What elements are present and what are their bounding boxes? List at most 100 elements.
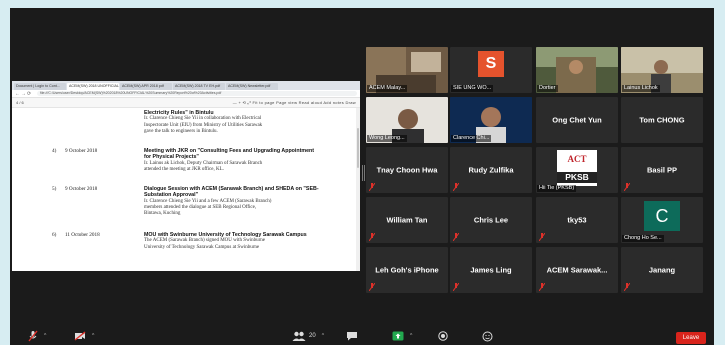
entry-number bbox=[52, 110, 65, 135]
reactions-icon[interactable] bbox=[482, 331, 493, 342]
split-view-handle[interactable] bbox=[362, 165, 365, 181]
pdf-tools[interactable]: — + ⟲ ⤢ Fit to page Page view Read aloud… bbox=[56, 100, 356, 105]
leave-button[interactable]: Leave bbox=[676, 332, 706, 344]
pdf-scrollbar[interactable] bbox=[356, 108, 360, 271]
chevron-up-icon[interactable]: ^ bbox=[410, 333, 412, 339]
participant-tile[interactable]: Tnay Choon Hwa bbox=[366, 147, 448, 193]
entry-date: 11 October 2018 bbox=[65, 232, 100, 238]
nav-arrows-icon[interactable]: ←→⟳ bbox=[15, 91, 37, 97]
activity-entry: 5) 9 October 2018 Dialogue Session with … bbox=[52, 186, 322, 217]
participant-tile[interactable]: Basil PP bbox=[621, 147, 703, 193]
pdf-toolbar: 4 / 6 — + ⟲ ⤢ Fit to page Page view Read… bbox=[12, 98, 360, 108]
participant-tile[interactable]: William Tan bbox=[366, 197, 448, 243]
browser-tab-active[interactable]: ACEM(SW) 2018 UNOFFICIAL... bbox=[67, 83, 119, 90]
muted-mic-icon bbox=[453, 233, 459, 241]
participant-tile[interactable]: tky53 bbox=[536, 197, 618, 243]
browser-tab[interactable]: ACEM(SW) Newsletter.pdf bbox=[226, 83, 278, 90]
record-icon[interactable] bbox=[438, 331, 448, 341]
entry-date bbox=[65, 110, 144, 135]
reactions-control[interactable] bbox=[482, 327, 493, 345]
participants-count: 20 bbox=[309, 333, 316, 339]
chat-control[interactable] bbox=[346, 327, 358, 345]
participant-tile[interactable]: Leh Goh's iPhone bbox=[366, 247, 448, 293]
chevron-up-icon[interactable]: ^ bbox=[92, 333, 94, 339]
share-screen-control[interactable]: ^ bbox=[392, 327, 412, 345]
participant-tile[interactable]: Ong Chet Yun bbox=[536, 97, 618, 143]
participant-name: ACEM Malay... bbox=[367, 85, 408, 92]
video-tile[interactable]: Clarence Chi... bbox=[450, 97, 532, 143]
page-indicator[interactable]: 4 / 6 bbox=[16, 100, 56, 105]
browser-tab-bar: Document | Login to Cont... ACEM(SW) 201… bbox=[12, 81, 360, 90]
pksb-logo: ACT PKSB bbox=[557, 150, 597, 186]
avatar: C bbox=[644, 201, 680, 231]
video-tile-active-speaker[interactable]: Lainus Lichok bbox=[621, 47, 703, 93]
muted-mic-icon bbox=[539, 233, 545, 241]
participant-name: William Tan bbox=[386, 215, 428, 225]
chat-icon[interactable] bbox=[346, 331, 358, 341]
muted-mic-icon bbox=[369, 283, 375, 291]
chevron-up-icon[interactable]: ^ bbox=[322, 333, 324, 339]
entry-number: 5) bbox=[52, 186, 57, 192]
entry-date: 9 October 2018 bbox=[65, 186, 98, 192]
video-tile[interactable]: S SIE UNG WO... bbox=[450, 47, 532, 93]
video-control[interactable]: ^ bbox=[74, 327, 94, 345]
participant-tile[interactable]: C Chong Ho Se... bbox=[621, 197, 703, 243]
participant-name: Tnay Choon Hwa bbox=[376, 165, 438, 175]
participant-name: Wong Leong... bbox=[367, 135, 407, 142]
muted-mic-icon bbox=[453, 283, 459, 291]
participant-tile[interactable]: Rudy Zulfika bbox=[450, 147, 532, 193]
video-tile[interactable]: ACEM Malay... bbox=[366, 47, 448, 93]
address-bar: ←→⟳ file:///C:/Users/user/Desktop/ACEM(S… bbox=[12, 90, 360, 98]
pksb-logo-mark: ACT bbox=[567, 154, 587, 164]
video-tile[interactable]: Wong Leong... bbox=[366, 97, 448, 143]
muted-mic-icon bbox=[539, 283, 545, 291]
entry-title: Meeting with JKR on "Consulting Fees and… bbox=[144, 148, 315, 161]
share-screen-icon[interactable] bbox=[392, 331, 404, 341]
participant-name: Chris Lee bbox=[473, 215, 509, 225]
participant-name: Leh Goh's iPhone bbox=[375, 265, 439, 275]
participant-tile[interactable]: Janang bbox=[621, 247, 703, 293]
url-field[interactable]: file:///C:/Users/user/Desktop/ACEM(SW)%2… bbox=[37, 91, 357, 96]
participant-tile[interactable]: Chris Lee bbox=[450, 197, 532, 243]
shared-screen: Document | Login to Cont... ACEM(SW) 201… bbox=[12, 81, 360, 271]
participant-tile[interactable]: ACT PKSB Hii Tie (PKSB) bbox=[536, 147, 618, 193]
participants-icon[interactable] bbox=[292, 331, 306, 341]
browser-tab[interactable]: ACEM(SW) APR 2018 pdf bbox=[120, 83, 172, 90]
participant-name: Rudy Zulfika bbox=[468, 165, 514, 175]
participant-name: Chong Ho Se... bbox=[622, 235, 664, 242]
muted-mic-icon bbox=[369, 233, 375, 241]
muted-mic-icon bbox=[624, 283, 630, 291]
muted-mic-icon bbox=[453, 183, 459, 191]
participant-tile[interactable]: ACEM Sarawak... bbox=[536, 247, 618, 293]
participants-control[interactable]: 20 ^ bbox=[292, 327, 324, 345]
browser-tab[interactable]: Document | Login to Cont... bbox=[14, 83, 66, 90]
scroll-thumb[interactable] bbox=[357, 128, 359, 168]
record-control[interactable] bbox=[438, 327, 448, 345]
participant-name: Janang bbox=[648, 265, 676, 275]
entry-number: 4) bbox=[52, 148, 57, 154]
chevron-up-icon[interactable]: ^ bbox=[44, 333, 46, 339]
video-tile[interactable]: Dortier bbox=[536, 47, 618, 93]
activity-entry: Electricity Rules" in Bintulu Ir. Claren… bbox=[52, 110, 322, 135]
muted-mic-icon bbox=[369, 183, 375, 191]
participant-name: Dortier bbox=[537, 85, 558, 92]
muted-mic-icon[interactable] bbox=[28, 330, 38, 342]
entry-number: 6) bbox=[52, 232, 57, 238]
entry-date: 9 October 2018 bbox=[65, 148, 98, 154]
entry-desc-line: University of Technology Sarawak Campus … bbox=[144, 244, 260, 250]
browser-tab[interactable]: ACEM(SW) 2018 TV EH.pdf bbox=[173, 83, 225, 90]
entry-title: Dialogue Session with ACEM (Sarawak Bran… bbox=[144, 186, 319, 199]
avatar: S bbox=[478, 51, 504, 77]
participant-name: Basil PP bbox=[646, 165, 678, 175]
activity-entry: 6) 11 October 2018 MOU with Swinburne Un… bbox=[52, 232, 322, 251]
entry-desc-line: gave the talk to engineers in Bintulu. bbox=[144, 128, 218, 134]
participant-name: Ong Chet Yun bbox=[552, 115, 602, 125]
participant-tile[interactable]: Tom CHONG bbox=[621, 97, 703, 143]
video-off-icon[interactable] bbox=[74, 331, 86, 341]
participant-name: Hii Tie (PKSB) bbox=[537, 185, 577, 192]
mute-control[interactable]: ^ bbox=[28, 327, 46, 345]
participant-tile[interactable]: James Ling bbox=[450, 247, 532, 293]
pksb-logo-text: PKSB bbox=[557, 172, 597, 183]
participant-name: SIE UNG WO... bbox=[451, 85, 494, 92]
participant-name: Lainus Lichok bbox=[622, 85, 660, 92]
